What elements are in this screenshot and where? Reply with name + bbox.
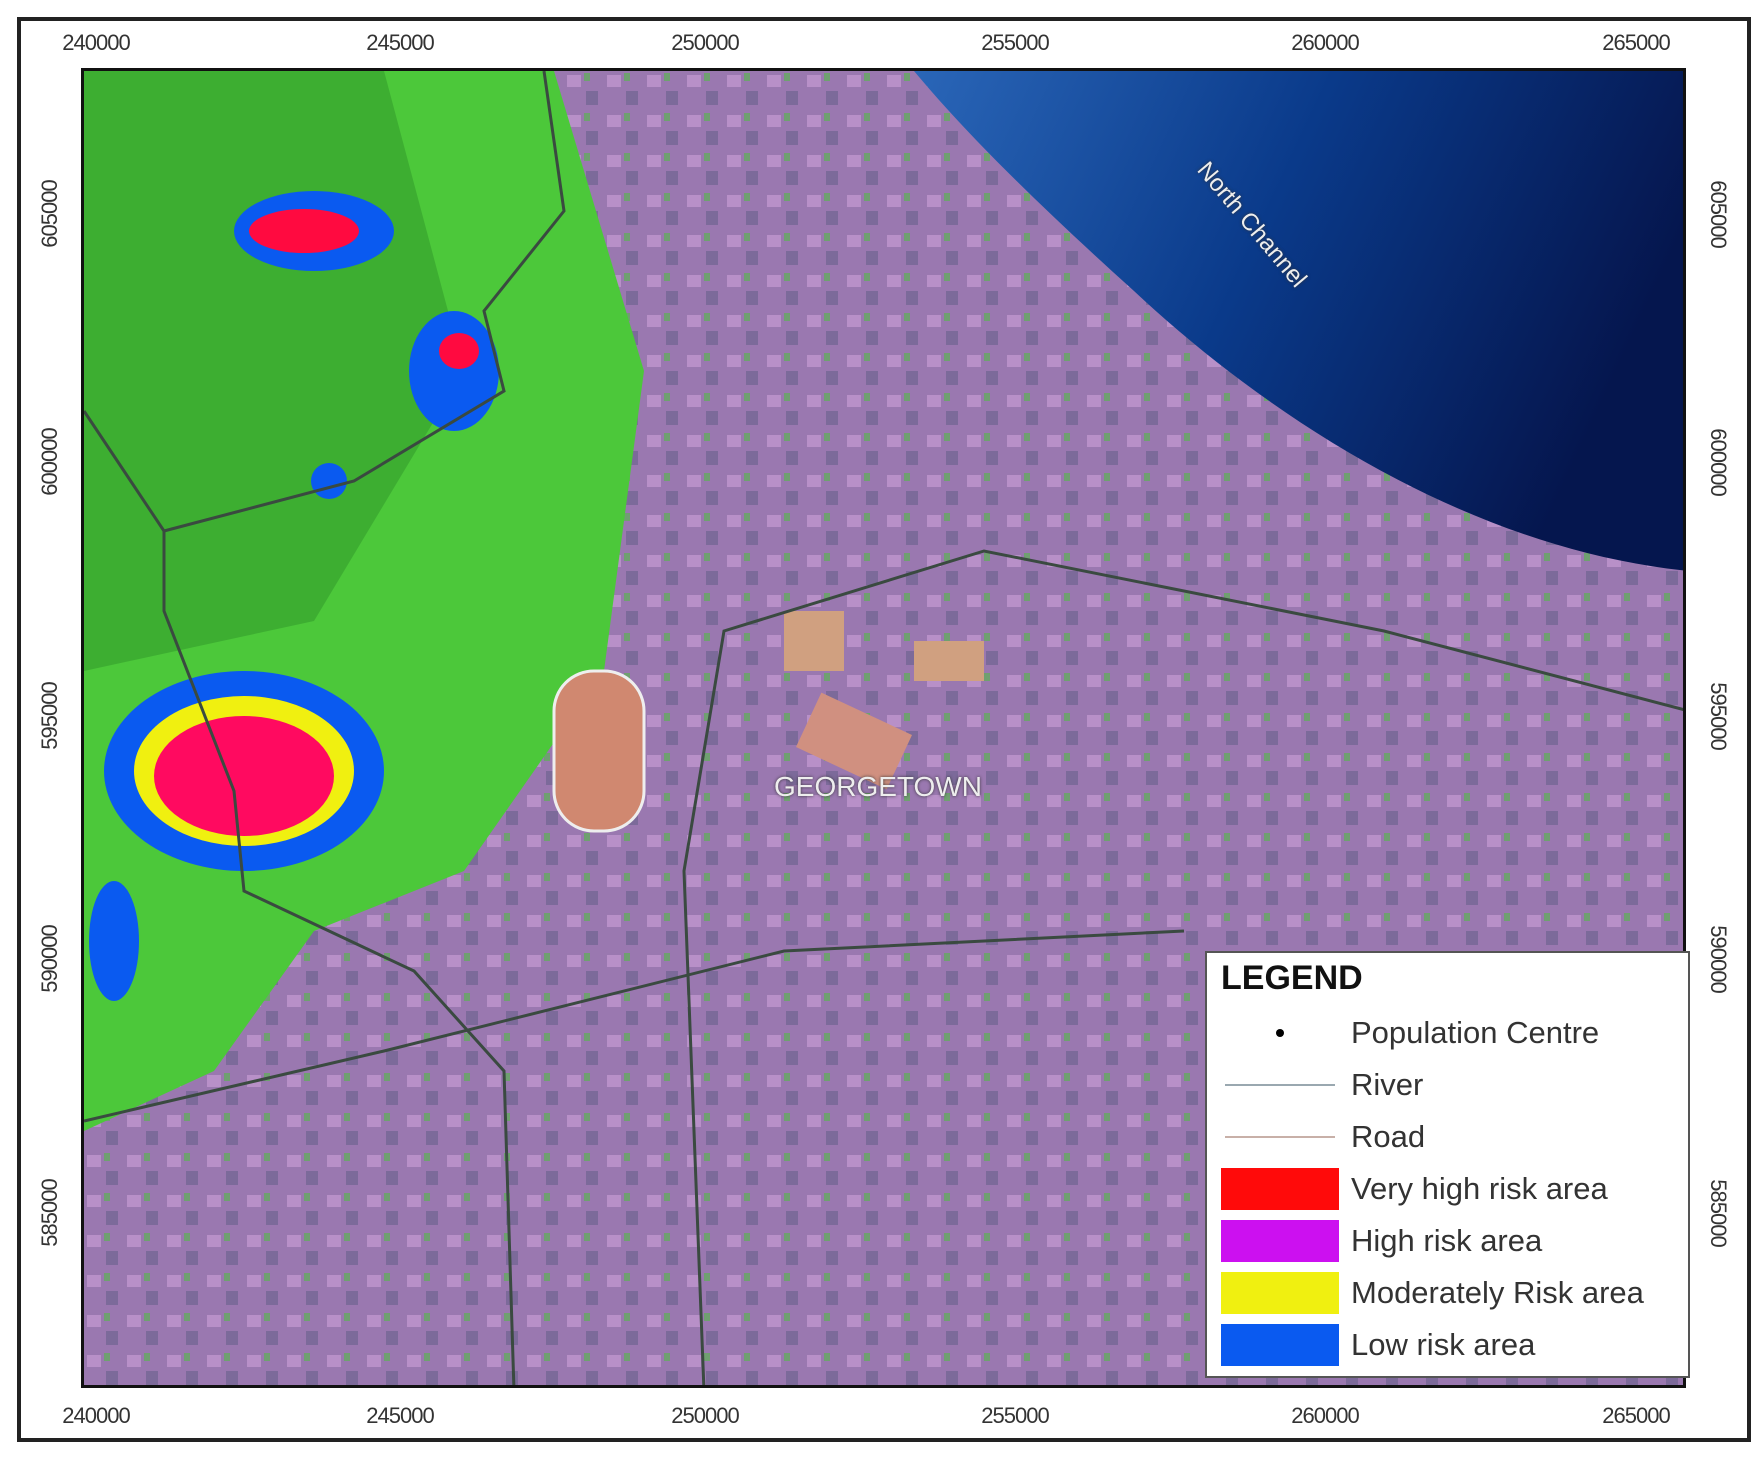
bottom-tick: 250000 [671,1403,739,1428]
right-tick: 585000 [1706,1179,1731,1247]
right-tick: 605000 [1706,180,1731,248]
town-label: GEORGETOWN [774,771,982,802]
top-tick: 255000 [981,30,1049,55]
legend: LEGEND Population Centre River Road Very… [1205,951,1690,1378]
legend-item-low: Low risk area [1221,1323,1535,1367]
left-tick: 600000 [37,428,62,496]
very-high-swatch [1221,1168,1339,1210]
bottom-tick: 265000 [1602,1403,1670,1428]
top-tick: 250000 [671,30,739,55]
top-tick: 265000 [1602,30,1670,55]
moderate-swatch [1221,1272,1339,1314]
bottom-tick: 245000 [366,1403,434,1428]
bottom-tick: 240000 [62,1403,130,1428]
right-tick: 595000 [1706,682,1731,750]
road-line-icon [1225,1136,1335,1138]
top-tick: 260000 [1291,30,1359,55]
left-tick: 595000 [37,682,62,750]
right-tick: 590000 [1706,925,1731,993]
dot-icon [1276,1029,1284,1037]
low-swatch [1221,1324,1339,1366]
left-tick: 590000 [37,925,62,993]
legend-item-road: Road [1221,1115,1425,1159]
legend-item-very-high: Very high risk area [1221,1167,1608,1211]
bottom-tick: 260000 [1291,1403,1359,1428]
legend-item-high: High risk area [1221,1219,1542,1263]
top-tick: 245000 [366,30,434,55]
legend-item-river: River [1221,1063,1423,1107]
high-swatch [1221,1220,1339,1262]
top-tick: 240000 [62,30,130,55]
left-tick: 605000 [37,180,62,248]
legend-item-population-centre: Population Centre [1221,1011,1599,1055]
right-tick: 600000 [1706,428,1731,496]
bottom-tick: 255000 [981,1403,1049,1428]
river-line-icon [1225,1084,1335,1086]
legend-item-moderate: Moderately Risk area [1221,1271,1644,1315]
left-tick: 585000 [37,1179,62,1247]
legend-title: LEGEND [1221,959,1363,997]
